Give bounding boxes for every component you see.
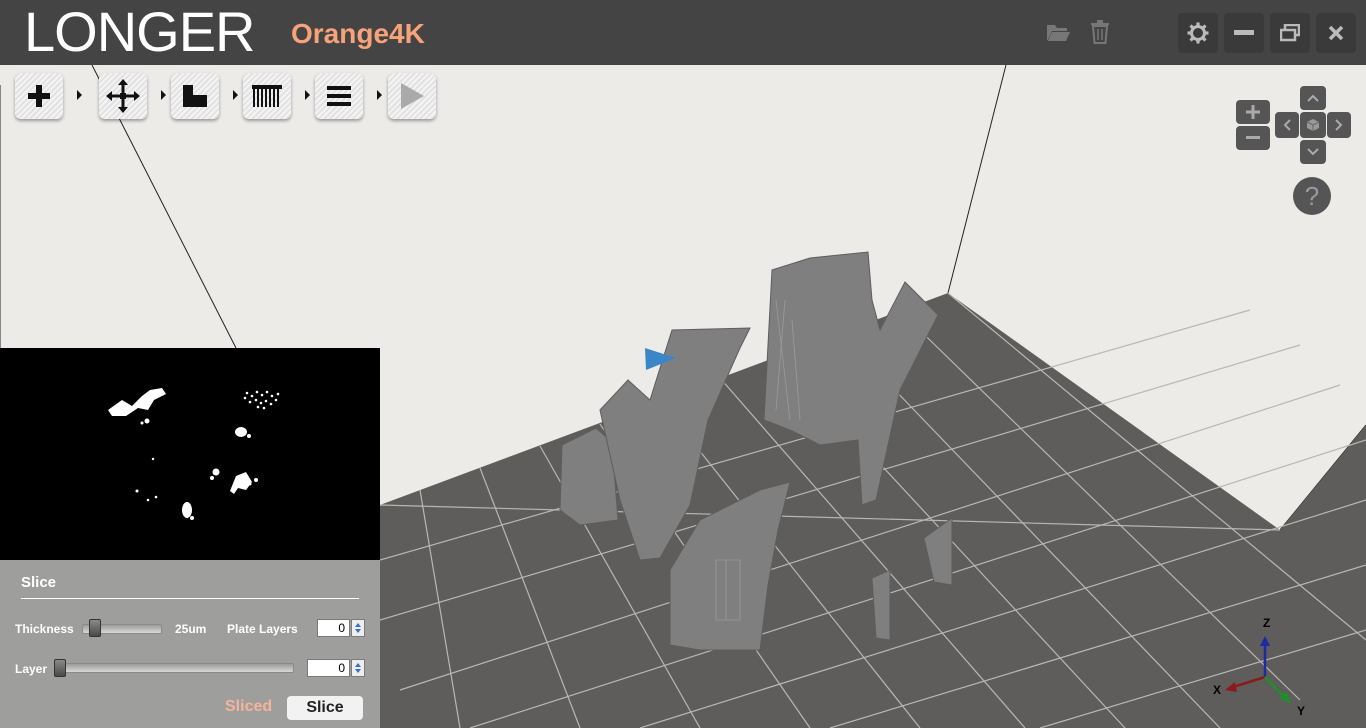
chevron-left-icon bbox=[1283, 119, 1291, 131]
play-icon bbox=[401, 83, 424, 109]
zoom-in-button[interactable] bbox=[1236, 100, 1270, 124]
settings-button[interactable] bbox=[1178, 13, 1218, 53]
move-icon bbox=[106, 79, 140, 113]
folder-open-icon[interactable] bbox=[1044, 18, 1072, 46]
layer-slider-thumb[interactable] bbox=[54, 659, 66, 677]
z-axis-label: Z bbox=[1263, 616, 1270, 630]
close-button[interactable] bbox=[1316, 13, 1356, 53]
add-model-button[interactable] bbox=[15, 73, 63, 119]
view-up-button[interactable] bbox=[1300, 86, 1326, 110]
chevron-down-icon bbox=[1307, 148, 1319, 156]
print-button[interactable] bbox=[388, 73, 436, 119]
slice-button[interactable]: Slice bbox=[287, 696, 363, 720]
view-left-button[interactable] bbox=[1275, 112, 1299, 138]
slice-layers-button[interactable] bbox=[243, 73, 291, 119]
sliced-status: Sliced bbox=[225, 698, 273, 715]
build-volume-edge bbox=[947, 65, 1007, 294]
menu-button[interactable] bbox=[315, 73, 363, 119]
layer-label: Layer bbox=[15, 662, 48, 676]
chevron-up-icon bbox=[1307, 94, 1319, 102]
slice-preview bbox=[0, 348, 380, 560]
help-button[interactable]: ? bbox=[1293, 177, 1331, 215]
gear-icon bbox=[1187, 22, 1209, 44]
chevron-right-icon bbox=[1335, 119, 1343, 131]
zoom-out-icon bbox=[1246, 136, 1260, 139]
layer-input[interactable]: 0 bbox=[307, 659, 350, 677]
move-button[interactable] bbox=[99, 73, 147, 119]
menu-icon bbox=[327, 86, 351, 106]
zoom-out-button[interactable] bbox=[1236, 126, 1270, 150]
axis-gizmo: Z X Y bbox=[1213, 616, 1305, 718]
plate-layers-input[interactable]: 0 bbox=[317, 619, 350, 637]
minimize-icon bbox=[1234, 30, 1254, 35]
view-right-button[interactable] bbox=[1327, 112, 1351, 138]
view-down-button[interactable] bbox=[1300, 140, 1326, 164]
divider bbox=[21, 598, 359, 599]
x-axis-label: X bbox=[1213, 683, 1221, 697]
y-axis-label: Y bbox=[1297, 704, 1305, 718]
title-bar: LONGER Orange4K bbox=[0, 0, 1366, 65]
plate-layers-label: Plate Layers bbox=[227, 622, 298, 636]
restore-button[interactable] bbox=[1270, 13, 1310, 53]
restore-icon bbox=[1280, 24, 1300, 42]
layer-stepper[interactable] bbox=[351, 659, 365, 677]
close-icon bbox=[1328, 25, 1344, 41]
support-button[interactable] bbox=[171, 73, 219, 119]
minimize-button[interactable] bbox=[1224, 13, 1264, 53]
view-home-button[interactable] bbox=[1300, 112, 1326, 138]
thickness-value: 25um bbox=[175, 622, 207, 636]
layer-slider[interactable] bbox=[54, 663, 294, 673]
plate-layers-stepper[interactable] bbox=[351, 619, 365, 637]
brand-logo: LONGER bbox=[24, 0, 255, 63]
thickness-label: Thickness bbox=[15, 622, 74, 636]
cube-icon bbox=[1306, 119, 1320, 131]
thickness-slider-thumb[interactable] bbox=[88, 619, 101, 637]
printer-model-label: Orange4K bbox=[291, 18, 425, 49]
slice-layers-icon bbox=[252, 85, 282, 107]
zoom-in-icon bbox=[1246, 105, 1260, 119]
add-icon bbox=[28, 85, 50, 107]
support-icon bbox=[183, 85, 207, 107]
slice-panel-title: Slice bbox=[21, 574, 57, 591]
trash-icon[interactable] bbox=[1086, 18, 1114, 46]
